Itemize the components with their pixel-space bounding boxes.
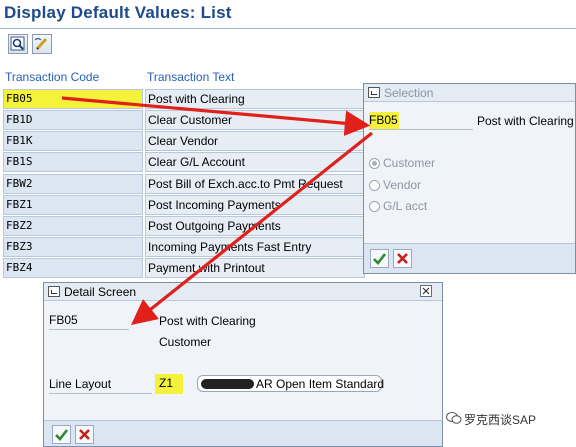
arrow-to-selection: [61, 96, 371, 137]
annotation-arrows: [61, 96, 373, 325]
arrow-to-detail: [130, 131, 373, 325]
